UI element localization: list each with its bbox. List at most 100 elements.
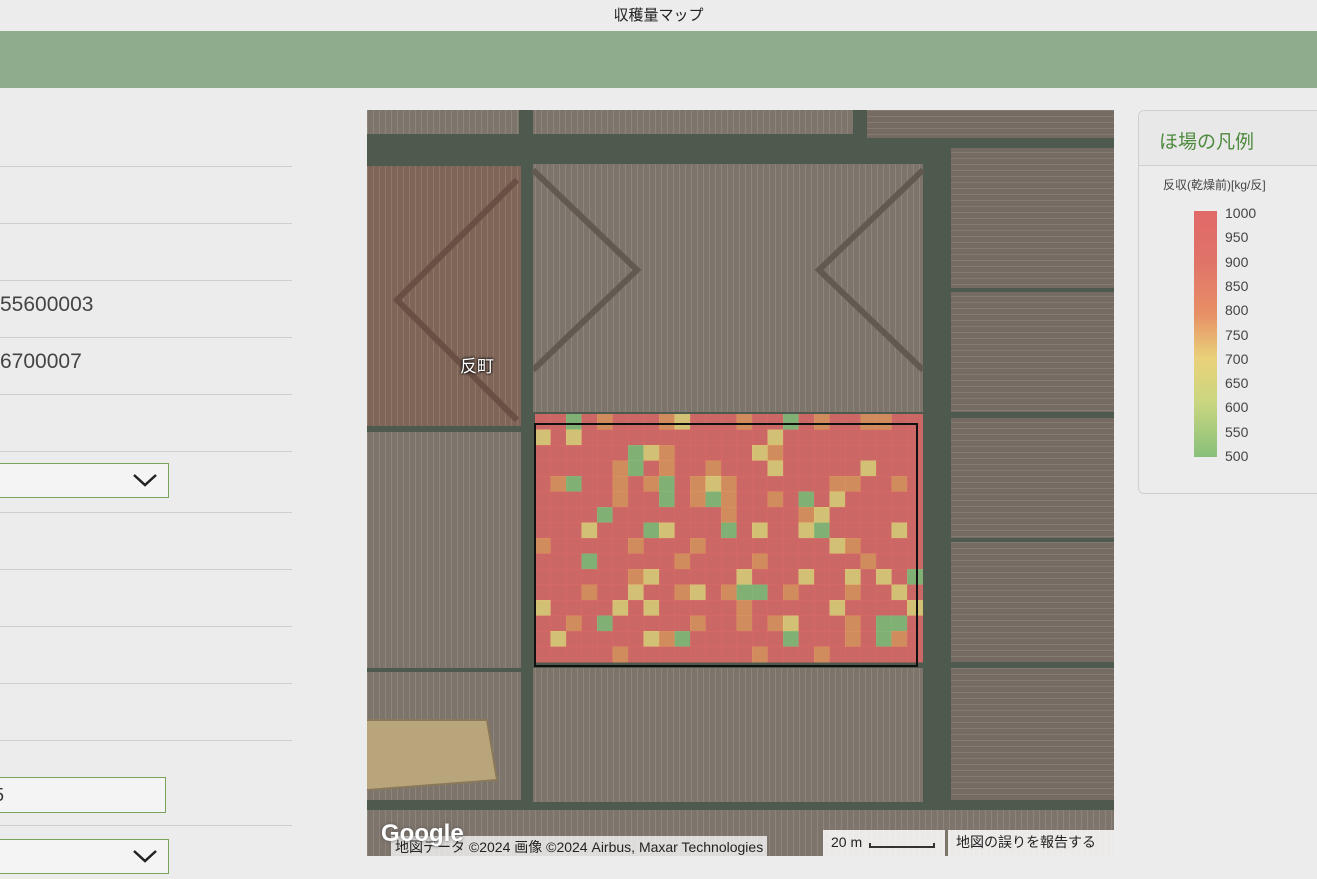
heatmap-cell xyxy=(891,615,908,632)
text-input[interactable]: 5 xyxy=(0,777,166,813)
heatmap-cell xyxy=(550,538,567,554)
heatmap-cell xyxy=(736,646,753,663)
heatmap-cell xyxy=(674,615,691,632)
heatmap-cell xyxy=(535,631,551,647)
scale-bar xyxy=(869,843,935,848)
heatmap-cell xyxy=(674,491,691,508)
legend-tick-label: 650 xyxy=(1225,375,1249,392)
heatmap-cell xyxy=(643,522,660,539)
heatmap-cell xyxy=(845,600,861,616)
heatmap-cell xyxy=(783,429,799,446)
heatmap-cell xyxy=(705,414,722,430)
heatmap-cell xyxy=(674,584,691,601)
heatmap-cell xyxy=(907,522,923,539)
report-map-error-link[interactable]: 地図の誤りを報告する xyxy=(948,830,1114,856)
form-row xyxy=(0,395,292,452)
heatmap-cell xyxy=(612,646,629,663)
heatmap-cell xyxy=(736,460,753,477)
heatmap-cell xyxy=(767,476,784,492)
heatmap-cell xyxy=(566,538,582,554)
heatmap-cell xyxy=(798,631,815,647)
legend-tick-label: 550 xyxy=(1225,423,1249,440)
heatmap-cell xyxy=(752,615,768,632)
heatmap-cell xyxy=(907,429,923,446)
heatmap-cell xyxy=(690,522,706,539)
heatmap-cell xyxy=(597,569,613,585)
heatmap-cell xyxy=(814,584,830,601)
heatmap-cell xyxy=(783,615,799,632)
select-dropdown[interactable] xyxy=(0,839,169,874)
heatmap-cell xyxy=(845,584,861,601)
heatmap-cell xyxy=(752,507,768,523)
heatmap-cell xyxy=(628,476,644,492)
heatmap-cell xyxy=(814,538,830,554)
heatmap-cell xyxy=(767,600,784,616)
heatmap-cell xyxy=(674,569,691,585)
heatmap-cell xyxy=(845,429,861,446)
heatmap-cell xyxy=(814,522,830,539)
heatmap-cell xyxy=(628,522,644,539)
map-place-label: 反町 xyxy=(460,357,494,376)
heatmap-cell xyxy=(767,491,784,508)
heatmap-cell xyxy=(829,553,846,570)
heatmap-cell xyxy=(705,507,722,523)
heatmap-cell xyxy=(643,569,660,585)
heatmap-cell xyxy=(597,507,613,523)
heatmap-cell xyxy=(566,646,582,663)
heatmap-cell xyxy=(550,646,567,663)
heatmap-cell xyxy=(550,460,567,477)
heatmap-cell xyxy=(876,414,892,430)
heatmap-cell xyxy=(628,460,644,477)
heatmap-cell xyxy=(690,429,706,446)
heatmap-cell xyxy=(891,522,908,539)
heatmap-cell xyxy=(860,631,877,647)
legend-unit: 反収(乾燥前)[kg/反] xyxy=(1163,178,1266,192)
yield-map[interactable]: 反町 地図データ ©2024 画像 ©2024 Airbus, Maxar Te… xyxy=(367,110,1114,856)
heatmap-cell xyxy=(767,507,784,523)
heatmap-cell xyxy=(566,476,582,492)
heatmap-cell xyxy=(705,569,722,585)
legend-tick-label: 500 xyxy=(1225,448,1249,464)
heatmap-cell xyxy=(550,553,567,570)
heatmap-cell xyxy=(891,569,908,585)
heatmap-cell xyxy=(907,631,923,647)
heatmap-cell xyxy=(767,569,784,585)
heatmap-cell xyxy=(767,631,784,647)
heatmap-cell xyxy=(597,631,613,647)
heatmap-cell xyxy=(566,569,582,585)
heatmap-cell xyxy=(566,445,582,461)
input-value: 5 xyxy=(0,785,4,805)
heatmap-cell xyxy=(814,476,830,492)
heatmap-cell xyxy=(550,600,567,616)
field-value: 6700007 xyxy=(0,350,82,373)
form-row xyxy=(0,570,292,627)
heatmap-cell xyxy=(845,631,861,647)
heatmap-cell xyxy=(535,584,551,601)
form-row xyxy=(0,167,292,224)
heatmap-cell xyxy=(752,631,768,647)
heatmap-cell xyxy=(736,584,753,601)
heatmap-cell xyxy=(659,646,675,663)
heatmap-cell xyxy=(752,429,768,446)
heatmap-cell xyxy=(566,553,582,570)
heatmap-cell xyxy=(581,522,598,539)
heatmap-cell xyxy=(876,646,892,663)
heatmap-cell xyxy=(705,584,722,601)
heatmap-cell xyxy=(705,600,722,616)
heatmap-cell xyxy=(736,538,753,554)
heatmap-cell xyxy=(752,584,768,601)
heatmap-cell xyxy=(690,569,706,585)
heatmap-cell xyxy=(798,460,815,477)
heatmap-cell xyxy=(721,538,737,554)
heatmap-cell xyxy=(566,491,582,508)
heatmap-cell xyxy=(705,538,722,554)
heatmap-cell xyxy=(752,646,768,663)
select-dropdown[interactable] xyxy=(0,463,169,498)
heatmap-cell xyxy=(674,538,691,554)
heatmap-cell xyxy=(690,646,706,663)
heatmap-cell xyxy=(798,491,815,508)
heatmap-cell xyxy=(798,569,815,585)
heatmap-cell xyxy=(643,553,660,570)
map-scale[interactable]: 20 m xyxy=(823,830,945,856)
legend-tick-label: 600 xyxy=(1225,399,1249,416)
